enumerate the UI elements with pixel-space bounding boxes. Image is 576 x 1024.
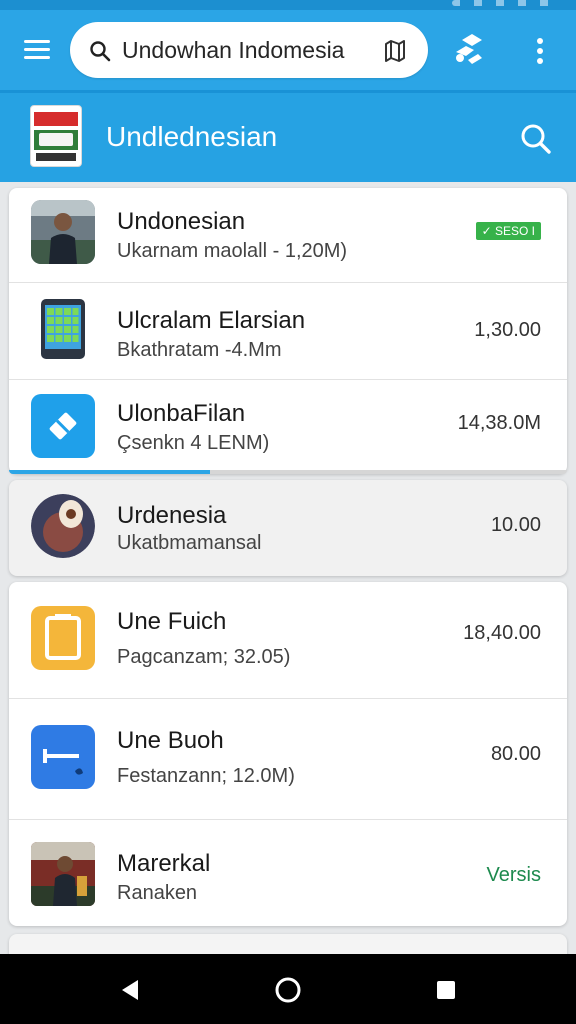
- list-item[interactable]: Ulcralam Elarsian Bkathratam -4.Mm 1,30.…: [9, 283, 567, 379]
- search-icon[interactable]: [516, 119, 556, 159]
- app-name: Marerkal: [117, 850, 211, 877]
- search-bar[interactable]: [70, 22, 428, 78]
- list-item[interactable]: Une Fuich Pagcanzam; 32.05) 18,40.00: [9, 582, 567, 698]
- app-meta: Ukarnam maolall - 1,20M): [117, 240, 348, 262]
- map-icon[interactable]: [382, 38, 408, 64]
- section-title: Undlednesian: [106, 121, 278, 152]
- section-header: Undlednesian: [0, 90, 576, 182]
- app-meta: Pagcanzam; 32.05): [117, 646, 291, 668]
- tool-app-icon: [31, 725, 95, 789]
- app-bar: [0, 10, 576, 90]
- list-item[interactable]: Undonesian Ukarnam maolall - 1,20M) ✓ SE…: [9, 188, 567, 282]
- progress-fill: [9, 470, 210, 474]
- recents-icon[interactable]: [430, 974, 462, 1006]
- app-size: 10.00: [490, 514, 541, 536]
- app-meta: Ranaken: [117, 882, 198, 904]
- list-item[interactable]: Urdenesia Ukatbmamansal 10.00: [9, 480, 567, 576]
- app-name: UlonbaFilan: [117, 400, 246, 427]
- app-name: Undonesian: [117, 208, 246, 235]
- app-logo: [30, 105, 82, 167]
- back-icon[interactable]: [114, 974, 146, 1006]
- app-meta: Çsenkn 4 LENM): [117, 432, 270, 454]
- app-thumbnail: [31, 200, 95, 264]
- list-item[interactable]: Marerkal Ranaken Versis: [9, 820, 567, 926]
- share-icon[interactable]: [448, 30, 488, 70]
- edit-app-icon: [31, 394, 95, 458]
- app-name: Une Fuich: [117, 608, 227, 635]
- app-meta: Bkathratam -4.Mm: [117, 339, 282, 361]
- system-nav-bar: [0, 954, 576, 1024]
- install-badge[interactable]: ✓ SESO I: [475, 222, 541, 240]
- app-list-card: Une Fuich Pagcanzam; 32.05) 18,40.00 Une…: [9, 582, 567, 926]
- app-size: 14,38.0M: [457, 412, 541, 434]
- list-item[interactable]: Une Buoh Festanzann; 12.0M) 80.00: [9, 699, 567, 819]
- app-name: Urdenesia: [117, 502, 227, 529]
- app-name: Une Buoh: [117, 727, 224, 754]
- app-list-card: Undonesian Ukarnam maolall - 1,20M) ✓ SE…: [9, 188, 567, 474]
- list-item[interactable]: UlonbaFilan Çsenkn 4 LENM) 14,38.0M: [9, 380, 567, 470]
- app-thumbnail: [31, 494, 95, 558]
- app-list-card: Urdenesia Ukatbmamansal 10.00: [9, 480, 567, 576]
- more-vert-icon[interactable]: [522, 30, 558, 70]
- download-progress: [9, 470, 567, 474]
- app-meta: Festanzann; 12.0M): [117, 765, 295, 787]
- app-meta: Ukatbmamansal: [117, 532, 262, 554]
- home-icon[interactable]: [272, 974, 304, 1006]
- status-icons: [452, 0, 562, 6]
- version-link[interactable]: Versis: [487, 864, 541, 887]
- app-size: 1,30.00: [474, 319, 541, 341]
- search-icon: [90, 41, 111, 62]
- app-name: Ulcralam Elarsian: [117, 307, 306, 334]
- app-size: 18,40.00: [463, 622, 541, 644]
- bag-app-icon: [31, 606, 95, 670]
- calendar-app-icon: [31, 297, 95, 361]
- status-bar: [0, 0, 576, 10]
- app-size: 80.00: [490, 743, 541, 765]
- app-thumbnail: [31, 842, 95, 906]
- menu-icon[interactable]: [18, 32, 56, 68]
- search-input[interactable]: [122, 32, 382, 68]
